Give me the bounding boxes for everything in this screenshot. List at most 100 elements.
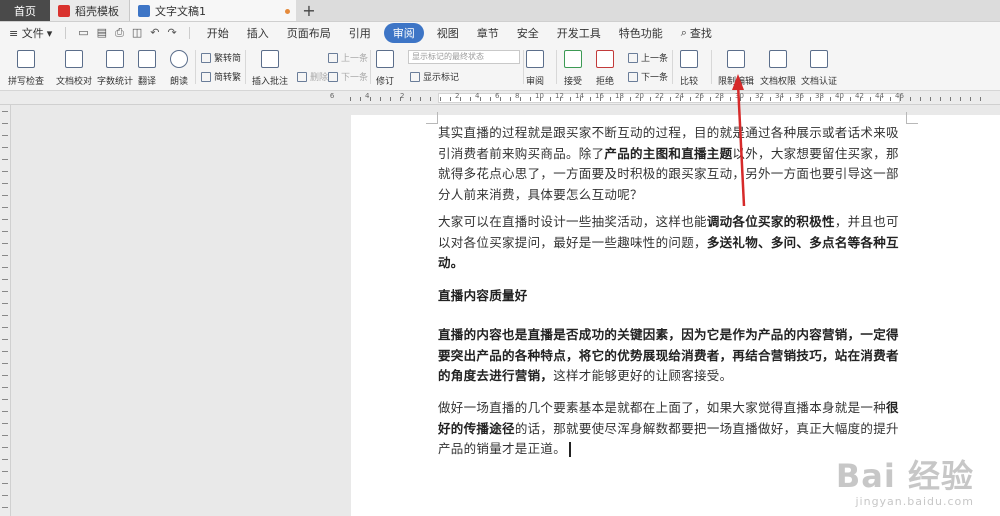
ruler-tick: [400, 97, 401, 101]
delete-icon: [297, 71, 307, 82]
menu-item-security[interactable]: 安全: [508, 25, 548, 41]
doc-certify-icon: [810, 50, 828, 68]
undo-icon[interactable]: ↶: [150, 26, 159, 40]
doc-permission-button[interactable]: 文档权限: [760, 50, 796, 87]
menu-item-layout[interactable]: 页面布局: [278, 25, 340, 41]
horizontal-ruler[interactable]: 6 4 2 2 4 6 8 10 12 14 16 18 20 22 24 26 28 30 32 34 36 38 40 4…: [0, 91, 1000, 105]
doc-proof-icon: [65, 50, 83, 68]
next-comment-label: 下一条: [341, 73, 369, 83]
review-pane-button[interactable]: 审阅: [526, 50, 544, 87]
ruler-tick: [2, 231, 8, 232]
ruler-tick: [2, 255, 8, 256]
paragraph-3[interactable]: 直播的内容也是直播是否成功的关键因素，因为它是作为产品的内容营销，一定得要突出产…: [438, 325, 904, 387]
section-heading[interactable]: 直播内容质量好: [438, 286, 904, 307]
ruler-tick: [2, 243, 8, 244]
doc-proof-button[interactable]: 文档校对: [56, 50, 92, 87]
restrict-editing-icon: [727, 50, 745, 68]
ruler-tick: [2, 303, 8, 304]
doc-certify-button[interactable]: 文档认证: [801, 50, 837, 87]
ruler-tick: [700, 97, 701, 101]
menu-item-review[interactable]: 审阅: [383, 23, 424, 43]
text-run: 这样才能够更好的让顾客接受。: [553, 368, 733, 383]
menu-item-reference[interactable]: 引用: [340, 25, 380, 41]
show-markup-button[interactable]: 显示标记: [410, 70, 459, 83]
heading-text: 直播内容质量好: [438, 288, 528, 303]
ruler-tick: [2, 219, 8, 220]
next-change-button[interactable]: 下一条: [628, 70, 668, 83]
ruler-tick: [560, 97, 561, 101]
ruler-tick: [2, 123, 8, 124]
menu-item-start[interactable]: 开始: [198, 25, 238, 41]
next-comment-button[interactable]: 下一条: [328, 70, 368, 83]
insert-comment-label: 插入批注: [252, 77, 289, 87]
simp-to-trad-button[interactable]: 简转繁: [201, 70, 241, 83]
ruler-tick: [350, 97, 351, 101]
ruler-tick: [2, 135, 8, 136]
ruler-tick: [840, 97, 841, 101]
ruler-label: 4: [475, 92, 480, 100]
bold-text-run: 调动各位买家的积极性: [706, 214, 835, 229]
ruler-tick: [2, 375, 8, 376]
ruler-tick: [2, 339, 8, 340]
markup-state-select[interactable]: 显示标记的最终状态: [408, 50, 520, 64]
menu-item-view[interactable]: 视图: [428, 25, 468, 41]
translate-button[interactable]: 翻译: [138, 50, 156, 87]
paragraph-2[interactable]: 大家可以在直播时设计一些抽奖活动，这样也能调动各位买家的积极性，并且也可以对各位…: [438, 212, 904, 274]
next-comment-icon: [328, 71, 338, 82]
export-pdf-icon[interactable]: ▤: [97, 26, 107, 40]
track-changes-button[interactable]: 修订: [376, 50, 394, 87]
print-preview-icon[interactable]: ◫: [132, 26, 142, 40]
delete-comment-button[interactable]: 删除: [297, 70, 328, 83]
compare-button[interactable]: 比较: [680, 50, 698, 87]
redo-icon[interactable]: ↷: [168, 26, 177, 40]
menu-item-developer[interactable]: 开发工具: [548, 25, 610, 41]
ruler-tick: [590, 97, 591, 101]
restrict-editing-button[interactable]: 限制编辑: [718, 50, 754, 87]
paragraph-4[interactable]: 做好一场直播的几个要素基本是就都在上面了，如果大家觉得直播本身就是一种很好的传播…: [438, 398, 904, 460]
divider: [672, 50, 673, 84]
prev-change-button[interactable]: 上一条: [628, 51, 668, 64]
tab-document[interactable]: 文字文稿1: [130, 0, 296, 21]
menu-item-insert[interactable]: 插入: [238, 25, 278, 41]
translate-label: 翻译: [138, 77, 157, 87]
divider: [195, 50, 196, 84]
ruler-tick: [2, 207, 8, 208]
spell-check-button[interactable]: 拼写检查: [8, 50, 44, 87]
ruler-tick: [410, 97, 411, 101]
divider: [370, 50, 371, 84]
accept-button[interactable]: 接受: [564, 50, 582, 87]
reject-button[interactable]: 拒绝: [596, 50, 614, 87]
ruler-tick: [600, 97, 601, 101]
search-label: 查找: [689, 27, 712, 40]
menu-item-chapter[interactable]: 章节: [468, 25, 508, 41]
vertical-ruler[interactable]: [0, 105, 11, 516]
word-count-button[interactable]: 字数统计: [97, 50, 133, 87]
read-aloud-button[interactable]: 朗读: [170, 50, 188, 87]
ruler-tick: [770, 97, 771, 101]
watermark-logo: Bai 经验: [835, 457, 974, 495]
ruler-tick: [720, 97, 721, 101]
trad-to-simp-button[interactable]: 繁转简: [201, 51, 241, 64]
prev-comment-button[interactable]: 上一条: [328, 51, 368, 64]
divider: [245, 50, 246, 84]
tab-template[interactable]: 稻壳模板: [50, 0, 130, 21]
ruler-tick: [860, 97, 861, 101]
print-icon[interactable]: ⎙: [115, 26, 124, 40]
save-icon[interactable]: ▭: [78, 26, 88, 40]
prev-change-label: 上一条: [641, 54, 669, 64]
ruler-tick: [940, 97, 941, 101]
ruler-tick: [2, 291, 8, 292]
ruler-tick: [610, 97, 611, 101]
delete-label: 删除: [310, 73, 329, 83]
file-menu-label: ≡ 文件: [9, 27, 44, 40]
insert-comment-button[interactable]: 插入批注: [252, 50, 288, 87]
file-menu[interactable]: ≡ 文件 ▾: [0, 25, 61, 41]
ruler-tick: [670, 97, 671, 101]
menu-item-features[interactable]: 特色功能: [610, 25, 672, 41]
search-button[interactable]: ⌕ 查找: [672, 25, 721, 41]
paragraph-1[interactable]: 其实直播的过程就是跟买家不断互动的过程，目的就是通过各种展示或者话术来吸引消费者…: [438, 123, 904, 205]
new-tab-button[interactable]: +: [296, 0, 322, 21]
review-ribbon: 拼写检查 文档校对 字数统计 翻译 朗读 繁转简 简转繁 插入批注 删除 上一条…: [0, 44, 1000, 91]
ruler-tick: [2, 435, 8, 436]
tab-home[interactable]: 首页: [0, 0, 50, 21]
